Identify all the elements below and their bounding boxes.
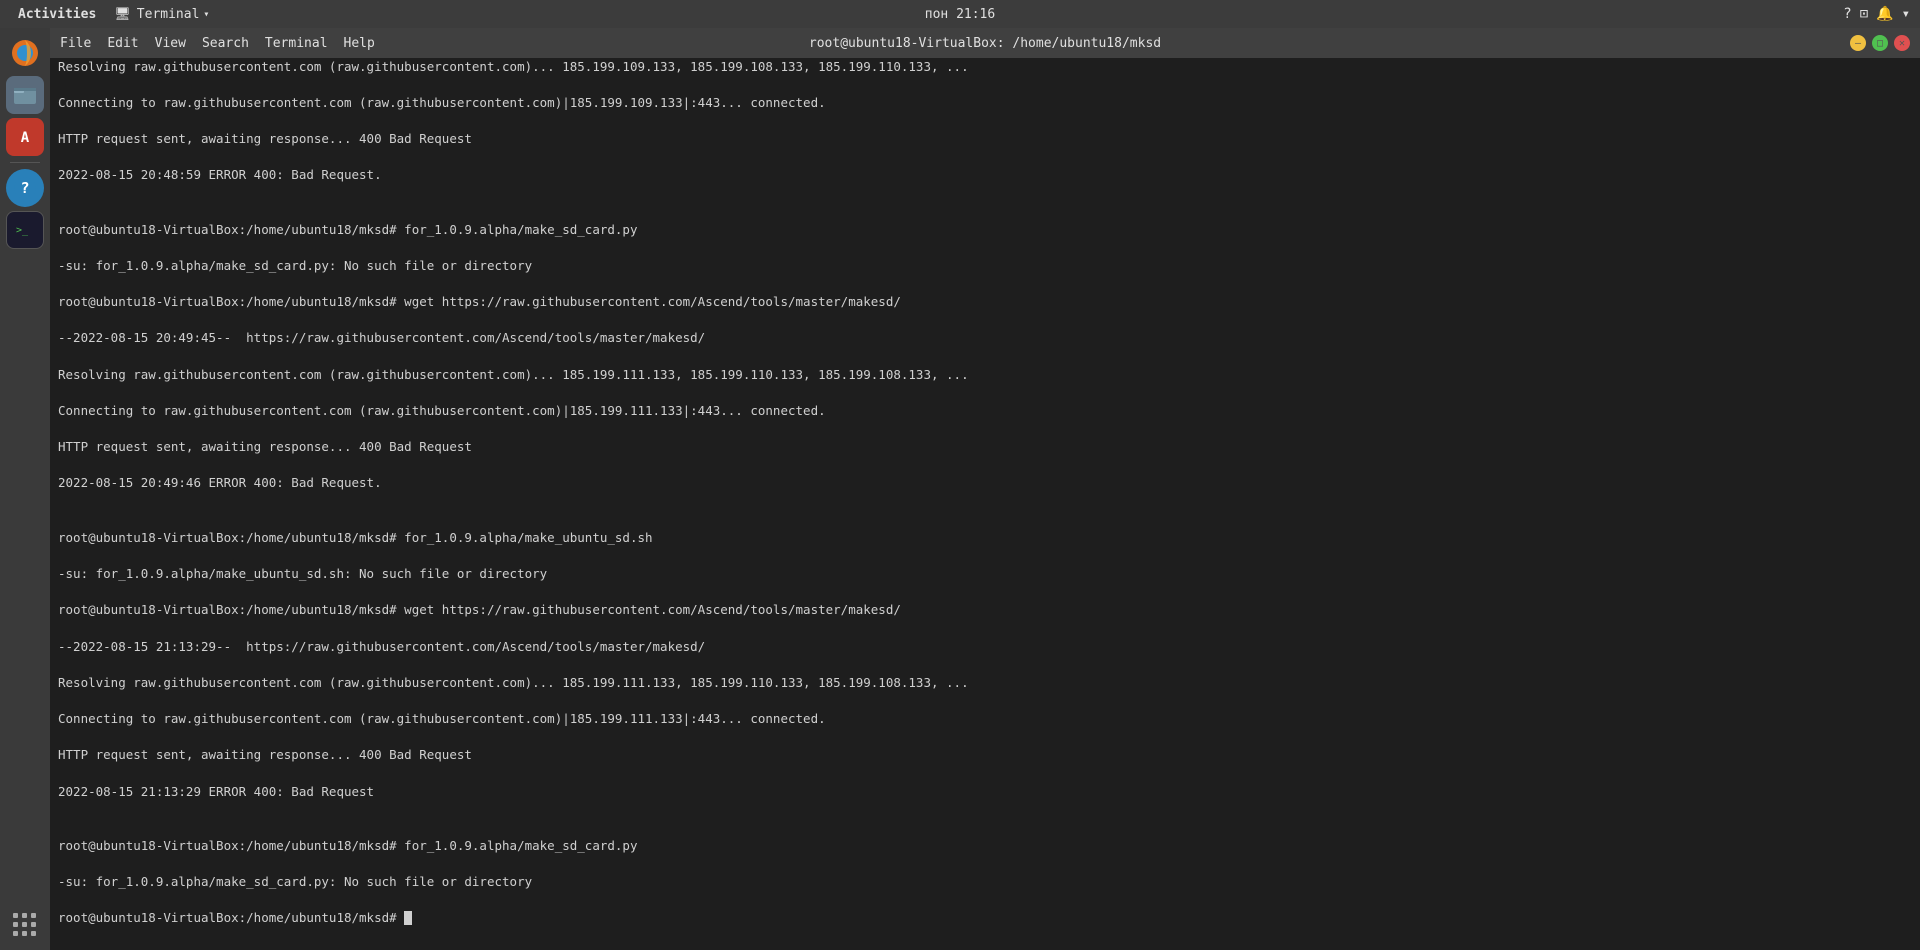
dock-software-center[interactable]: A bbox=[6, 118, 44, 156]
terminal-line: HTTP request sent, awaiting response... … bbox=[58, 438, 1912, 456]
window-controls: – □ ✕ bbox=[1850, 35, 1910, 51]
terminal-menu-label: Terminal bbox=[137, 7, 200, 22]
svg-text:?: ? bbox=[20, 179, 29, 197]
dock-files[interactable] bbox=[6, 76, 44, 114]
power-tray-icon[interactable]: ▾ bbox=[1902, 6, 1910, 22]
terminal-menu-arrow: ▾ bbox=[203, 9, 209, 20]
terminal-line: root@ubuntu18-VirtualBox:/home/ubuntu18/… bbox=[58, 837, 1912, 855]
terminal-line: 2022-08-15 20:48:59 ERROR 400: Bad Reque… bbox=[58, 166, 1912, 184]
terminal-line: Connecting to raw.githubusercontent.com … bbox=[58, 94, 1912, 112]
svg-text:>_: >_ bbox=[16, 225, 29, 236]
terminal-line: 2022-08-15 21:13:29 ERROR 400: Bad Reque… bbox=[58, 783, 1912, 801]
display-tray-icon[interactable]: ⊡ bbox=[1860, 6, 1868, 22]
terminal-line: root@ubuntu18-VirtualBox:/home/ubuntu18/… bbox=[58, 529, 1912, 547]
activities-button[interactable]: Activities bbox=[10, 5, 104, 24]
dock-divider bbox=[10, 162, 40, 163]
terminal-line: root@ubuntu18-VirtualBox:/home/ubuntu18/… bbox=[58, 293, 1912, 311]
menu-edit[interactable]: Edit bbox=[107, 36, 138, 51]
grid-icon bbox=[13, 913, 38, 938]
terminal-line: root@ubuntu18-VirtualBox:/home/ubuntu18/… bbox=[58, 221, 1912, 239]
terminal-line: HTTP request sent, awaiting response... … bbox=[58, 130, 1912, 148]
terminal-line: Connecting to raw.githubusercontent.com … bbox=[58, 710, 1912, 728]
terminal-line: -su: for_1.0.9.alpha/make_ubuntu_sd.sh: … bbox=[58, 565, 1912, 583]
system-clock: пон 21:16 bbox=[925, 7, 995, 22]
dock-help[interactable]: ? bbox=[6, 169, 44, 207]
terminal-line: 2022-08-15 20:49:46 ERROR 400: Bad Reque… bbox=[58, 474, 1912, 492]
menu-file[interactable]: File bbox=[60, 36, 91, 51]
terminal-line: --2022-08-15 21:13:29-- https://raw.gith… bbox=[58, 638, 1912, 656]
dock-apps-grid[interactable] bbox=[6, 906, 44, 944]
terminal-line: root@ubuntu18-VirtualBox:/home/ubuntu18/… bbox=[58, 909, 1912, 927]
terminal-line: Resolving raw.githubusercontent.com (raw… bbox=[58, 58, 1912, 76]
system-bar: Activities 🖥 Terminal ▾ пон 21:16 ? ⊡ 🔔 … bbox=[0, 0, 1920, 28]
dock-firefox[interactable] bbox=[6, 34, 44, 72]
window-maximize-button[interactable]: □ bbox=[1872, 35, 1888, 51]
system-bar-left: Activities 🖥 Terminal ▾ bbox=[10, 5, 215, 24]
window-minimize-button[interactable]: – bbox=[1850, 35, 1866, 51]
window-close-button[interactable]: ✕ bbox=[1894, 35, 1910, 51]
menu-view[interactable]: View bbox=[155, 36, 186, 51]
terminal-menu-bar: File Edit View Search Terminal Help bbox=[60, 36, 375, 51]
terminal-line: -su: for_1.0.9.alpha/make_sd_card.py: No… bbox=[58, 873, 1912, 891]
terminal-line: Resolving raw.githubusercontent.com (raw… bbox=[58, 674, 1912, 692]
terminal-cursor bbox=[404, 911, 412, 925]
main-area: A ? >_ File bbox=[0, 28, 1920, 950]
help-tray-icon[interactable]: ? bbox=[1843, 6, 1851, 22]
menu-help[interactable]: Help bbox=[344, 36, 375, 51]
terminal-line: Connecting to raw.githubusercontent.com … bbox=[58, 402, 1912, 420]
system-tray: ? ⊡ 🔔 ▾ bbox=[1843, 6, 1910, 22]
terminal-menu-button[interactable]: 🖥 Terminal ▾ bbox=[108, 5, 215, 24]
terminal-icon: 🖥 bbox=[114, 7, 131, 22]
terminal-titlebar: File Edit View Search Terminal Help root… bbox=[50, 28, 1920, 58]
terminal-line: -su: for_1.0.9.alpha/make_sd_card.py: No… bbox=[58, 257, 1912, 275]
terminal-line: HTTP request sent, awaiting response... … bbox=[58, 746, 1912, 764]
terminal-line: --2022-08-15 20:49:45-- https://raw.gith… bbox=[58, 329, 1912, 347]
menu-terminal[interactable]: Terminal bbox=[265, 36, 328, 51]
menu-search[interactable]: Search bbox=[202, 36, 249, 51]
svg-text:A: A bbox=[21, 130, 30, 146]
terminal-title: root@ubuntu18-VirtualBox: /home/ubuntu18… bbox=[809, 36, 1161, 51]
terminal-output[interactable]: drwxr-xr-x 26 ubuntu18 ubuntu18 4096 авг… bbox=[50, 58, 1920, 950]
dock-terminal[interactable]: >_ bbox=[6, 211, 44, 249]
application-dock: A ? >_ bbox=[0, 28, 50, 950]
notification-tray-icon[interactable]: 🔔 bbox=[1876, 6, 1893, 22]
terminal-line: Resolving raw.githubusercontent.com (raw… bbox=[58, 366, 1912, 384]
terminal-line: root@ubuntu18-VirtualBox:/home/ubuntu18/… bbox=[58, 601, 1912, 619]
terminal-window: File Edit View Search Terminal Help root… bbox=[50, 28, 1920, 950]
